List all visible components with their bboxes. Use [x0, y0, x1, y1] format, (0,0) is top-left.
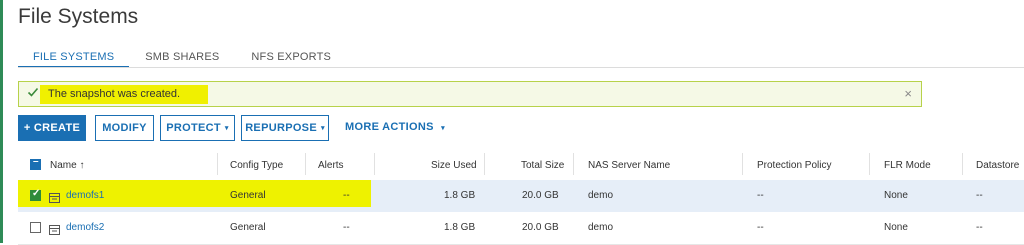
cell-config-type: General [230, 222, 266, 233]
row-checkbox[interactable]: ✓ [30, 188, 41, 201]
cell-config-type: General [230, 190, 266, 201]
protect-button[interactable]: PROTECT ▾ [160, 115, 235, 141]
alert-message: The snapshot was created. [48, 88, 181, 100]
cell-alerts: -- [343, 222, 350, 233]
header-alerts[interactable]: Alerts [318, 160, 344, 171]
create-button[interactable]: + CREATE [18, 115, 86, 141]
header-datastore[interactable]: Datastore [976, 160, 1019, 171]
chevron-down-icon: ▾ [441, 125, 445, 132]
cell-datastore: -- [976, 190, 983, 201]
cell-nas-server: demo [588, 190, 614, 201]
chevron-down-icon: ▾ [224, 125, 229, 132]
modify-button[interactable]: MODIFY [95, 115, 154, 141]
file-system-icon [49, 222, 60, 235]
protect-button-label: PROTECT [166, 122, 221, 134]
column-separator [869, 153, 870, 175]
cell-protection-policy: -- [757, 222, 764, 233]
left-accent-bar [0, 0, 3, 243]
tab-file-systems[interactable]: FILE SYSTEMS [18, 48, 130, 68]
tab-smb-shares[interactable]: SMB SHARES [129, 48, 235, 66]
table-row[interactable] [18, 180, 1024, 213]
cell-total-size: 20.0 GB [522, 222, 559, 233]
column-separator [305, 153, 306, 175]
header-nas-server[interactable]: NAS Server Name [588, 160, 670, 171]
minus-icon: – [33, 156, 39, 167]
check-icon: ✓ [32, 188, 41, 199]
more-actions-label: MORE ACTIONS [345, 121, 434, 133]
column-separator [962, 153, 963, 175]
cell-flr-mode: None [884, 222, 908, 233]
file-system-icon [49, 190, 60, 203]
column-separator [374, 153, 375, 175]
repurpose-button[interactable]: REPURPOSE ▾ [241, 115, 329, 141]
repurpose-button-label: REPURPOSE [245, 122, 317, 134]
column-separator [573, 153, 574, 175]
cell-alerts: -- [343, 190, 350, 201]
cell-nas-server: demo [588, 222, 614, 233]
cell-size-used: 1.8 GB [444, 190, 476, 201]
modify-button-label: MODIFY [102, 122, 147, 134]
header-protection-policy[interactable]: Protection Policy [757, 160, 831, 171]
column-separator [217, 153, 218, 175]
more-actions-button[interactable]: MORE ACTIONS ▾ [345, 121, 445, 133]
cell-datastore: -- [976, 222, 983, 233]
check-icon [27, 86, 41, 102]
header-flr-mode[interactable]: FLR Mode [884, 160, 931, 171]
cell-flr-mode: None [884, 190, 908, 201]
header-config-type[interactable]: Config Type [230, 160, 283, 171]
table-row[interactable] [18, 212, 1024, 245]
file-system-name-link[interactable]: demofs2 [66, 222, 104, 233]
close-icon[interactable]: × [904, 86, 912, 101]
header-size-used[interactable]: Size Used [431, 160, 477, 171]
tab-bar: FILE SYSTEMS SMB SHARES NFS EXPORTS [18, 48, 347, 68]
header-name[interactable]: Name ↑ [50, 160, 84, 171]
tab-divider [18, 67, 1024, 68]
success-alert: The snapshot was created. × [18, 81, 922, 107]
tab-nfs-exports[interactable]: NFS EXPORTS [235, 48, 347, 66]
page-title: File Systems [18, 5, 139, 28]
column-separator [484, 153, 485, 175]
header-total-size[interactable]: Total Size [521, 160, 564, 171]
cell-total-size: 20.0 GB [522, 190, 559, 201]
column-separator [742, 153, 743, 175]
row-checkbox[interactable] [30, 222, 41, 233]
chevron-down-icon: ▾ [320, 125, 325, 132]
file-system-name-link[interactable]: demofs1 [66, 190, 104, 201]
select-all-checkbox[interactable]: – [30, 156, 41, 170]
cell-size-used: 1.8 GB [444, 222, 476, 233]
create-button-label: + CREATE [23, 122, 81, 134]
cell-protection-policy: -- [757, 190, 764, 201]
